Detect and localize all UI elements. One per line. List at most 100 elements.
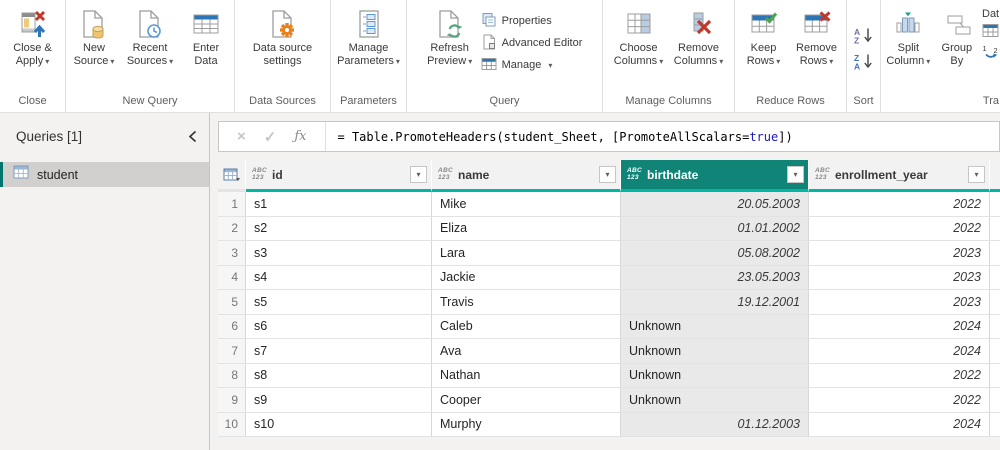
cell-birthdate[interactable]: Unknown <box>621 363 809 388</box>
table-row: 9 s9 Cooper Unknown 2022 <box>218 388 1000 413</box>
cell-name[interactable]: Jackie <box>432 265 621 290</box>
cancel-formula-button[interactable]: × <box>237 128 246 145</box>
replace-values-icon[interactable]: 1 2 <box>982 44 1000 63</box>
cell-enrollment-year[interactable]: 2024 <box>809 314 990 339</box>
cell-name[interactable]: Eliza <box>432 216 621 241</box>
ribbon-group-transform: Split Column ▾ Group By Dat 1 2 Tra <box>881 0 1000 112</box>
formula-input[interactable]: = Table.PromoteHeaders(student_Sheet, [P… <box>326 130 1000 144</box>
cell-id[interactable]: s6 <box>246 314 432 339</box>
cell-id[interactable]: s10 <box>246 412 432 437</box>
cell-enrollment-year[interactable]: 2023 <box>809 241 990 266</box>
row-number[interactable]: 10 <box>218 412 246 437</box>
column-header-birthdate[interactable]: ABC 123 birthdate ▾ <box>621 160 809 192</box>
cell-birthdate[interactable]: 05.08.2002 <box>621 241 809 266</box>
cell-birthdate[interactable]: Unknown <box>621 314 809 339</box>
data-source-settings-button[interactable]: Data source settings <box>243 6 323 68</box>
chevron-down-icon: ▾ <box>776 57 781 66</box>
fx-icon[interactable]: ƒx <box>294 129 306 144</box>
cell-id[interactable]: s3 <box>246 241 432 266</box>
cell-enrollment-year[interactable]: 2022 <box>809 192 990 217</box>
collapse-pane-button[interactable] <box>188 130 197 143</box>
query-item-student[interactable]: student <box>0 162 209 187</box>
enter-data-button[interactable]: Enter Data <box>178 6 234 68</box>
formula-keyword: true <box>749 129 779 144</box>
commit-formula-button[interactable]: ✓ <box>264 128 277 146</box>
refresh-preview-button[interactable]: Refresh Preview ▾ <box>421 6 479 68</box>
close-apply-button[interactable]: Close & Apply ▾ <box>5 6 61 68</box>
group-label-close: Close <box>18 95 47 107</box>
cell-id[interactable]: s7 <box>246 339 432 364</box>
cell-birthdate[interactable]: Unknown <box>621 339 809 364</box>
group-label-reduce-rows: Reduce Rows <box>756 95 825 107</box>
cell-name[interactable]: Cooper <box>432 388 621 413</box>
group-by-label: Group By <box>941 42 973 67</box>
cell-overflow <box>990 314 1000 339</box>
cell-id[interactable]: s8 <box>246 363 432 388</box>
row-number[interactable]: 6 <box>218 314 246 339</box>
advanced-editor-button[interactable]: Advanced Editor <box>481 32 582 54</box>
column-header-enrollment-year[interactable]: ABC 123 enrollment_year ▾ <box>809 160 990 192</box>
remove-columns-button[interactable]: Remove Columns ▾ <box>669 6 729 68</box>
cell-id[interactable]: s2 <box>246 216 432 241</box>
cell-enrollment-year[interactable]: 2022 <box>809 363 990 388</box>
cell-birthdate[interactable]: 23.05.2003 <box>621 265 809 290</box>
cell-name[interactable]: Travis <box>432 290 621 315</box>
new-source-button[interactable]: New Source ▾ <box>66 6 122 68</box>
filter-dropdown-icon[interactable]: ▾ <box>968 166 985 183</box>
cell-id[interactable]: s9 <box>246 388 432 413</box>
row-number[interactable]: 8 <box>218 363 246 388</box>
cell-name[interactable]: Murphy <box>432 412 621 437</box>
cell-enrollment-year[interactable]: 2022 <box>809 216 990 241</box>
filter-dropdown-icon[interactable]: ▾ <box>599 166 616 183</box>
choose-columns-button[interactable]: Choose Columns ▾ <box>609 6 669 68</box>
row-number[interactable]: 7 <box>218 339 246 364</box>
first-row-headers-icon[interactable] <box>982 23 1000 41</box>
cell-name[interactable]: Lara <box>432 241 621 266</box>
cell-birthdate[interactable]: 01.12.2003 <box>621 412 809 437</box>
row-number[interactable]: 4 <box>218 265 246 290</box>
keep-rows-button[interactable]: Keep Rows ▾ <box>738 6 790 68</box>
split-column-button[interactable]: Split Column ▾ <box>881 6 936 68</box>
cell-id[interactable]: s4 <box>246 265 432 290</box>
cell-birthdate[interactable]: 20.05.2003 <box>621 192 809 217</box>
data-type-label-partial[interactable]: Dat <box>982 8 1000 20</box>
select-all-corner-button[interactable] <box>218 160 246 192</box>
row-number[interactable]: 3 <box>218 241 246 266</box>
row-number[interactable]: 9 <box>218 388 246 413</box>
recent-sources-button[interactable]: Recent Sources ▾ <box>122 6 178 68</box>
cell-birthdate[interactable]: 19.12.2001 <box>621 290 809 315</box>
sort-ascending-button[interactable]: A Z <box>853 27 875 49</box>
group-by-button[interactable]: Group By <box>936 6 978 68</box>
cell-enrollment-year[interactable]: 2024 <box>809 412 990 437</box>
column-type-icon[interactable]: ABC 123 <box>815 167 830 181</box>
manage-button[interactable]: Manage ▾ <box>481 54 583 76</box>
cell-enrollment-year[interactable]: 2023 <box>809 265 990 290</box>
row-number[interactable]: 2 <box>218 216 246 241</box>
column-header-id[interactable]: ABC 123 id ▾ <box>246 160 432 192</box>
properties-button[interactable]: Properties <box>481 10 583 32</box>
cell-name[interactable]: Ava <box>432 339 621 364</box>
row-number[interactable]: 1 <box>218 192 246 217</box>
cell-id[interactable]: s5 <box>246 290 432 315</box>
column-type-icon[interactable]: ABC 123 <box>252 167 267 181</box>
cell-enrollment-year[interactable]: 2022 <box>809 388 990 413</box>
filter-dropdown-icon[interactable]: ▾ <box>410 166 427 183</box>
cell-enrollment-year[interactable]: 2024 <box>809 339 990 364</box>
cell-birthdate[interactable]: 01.01.2002 <box>621 216 809 241</box>
filter-dropdown-icon[interactable]: ▾ <box>787 166 804 183</box>
row-number[interactable]: 5 <box>218 290 246 315</box>
column-header-name[interactable]: ABC 123 name ▾ <box>432 160 621 192</box>
data-source-settings-label: Data source settings <box>252 42 313 67</box>
cell-enrollment-year[interactable]: 2023 <box>809 290 990 315</box>
column-type-icon[interactable]: ABC 123 <box>438 167 453 181</box>
cell-birthdate[interactable]: Unknown <box>621 388 809 413</box>
column-type-icon[interactable]: ABC 123 <box>627 167 642 181</box>
sort-descending-button[interactable]: Z A <box>853 53 875 75</box>
cell-name[interactable]: Caleb <box>432 314 621 339</box>
cell-name[interactable]: Mike <box>432 192 621 217</box>
data-source-settings-icon <box>268 6 298 42</box>
cell-name[interactable]: Nathan <box>432 363 621 388</box>
manage-parameters-button[interactable]: Manage Parameters ▾ <box>333 6 405 68</box>
remove-rows-button[interactable]: Remove Rows ▾ <box>790 6 844 68</box>
cell-id[interactable]: s1 <box>246 192 432 217</box>
